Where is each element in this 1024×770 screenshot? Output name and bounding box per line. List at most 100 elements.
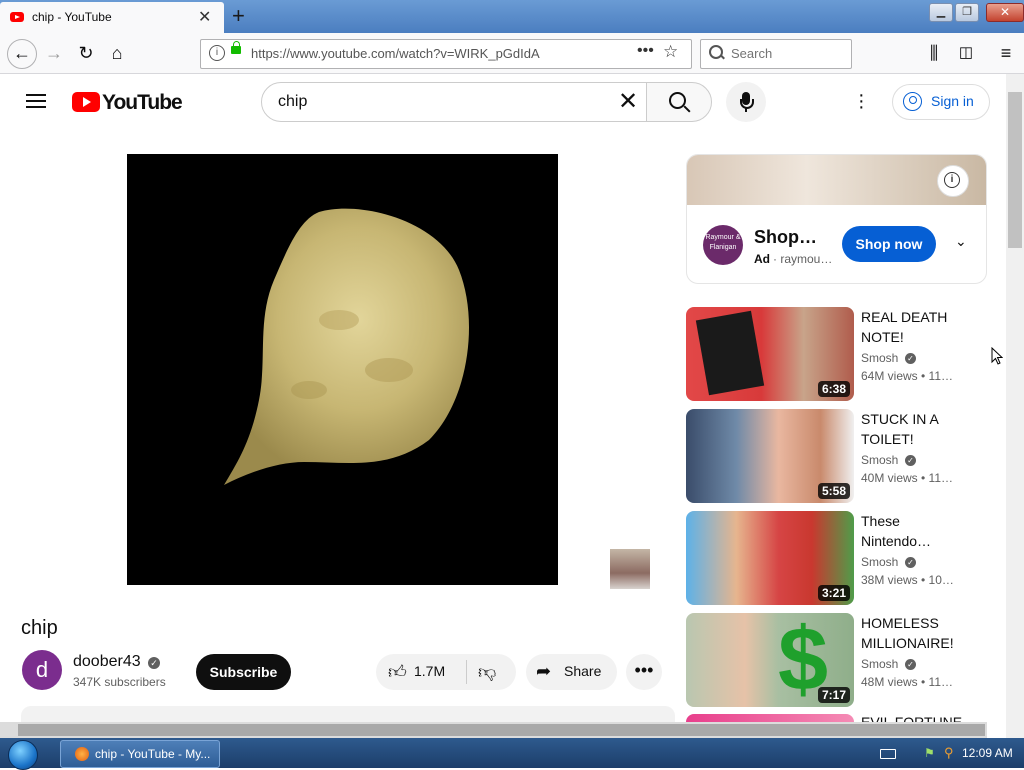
system-clock[interactable]: 12:09 AM [962, 746, 1013, 760]
browser-tab[interactable]: chip - YouTube ✕ [0, 2, 224, 33]
potato-chip-image [224, 208, 469, 485]
video-title[interactable]: These Nintendo… [861, 511, 971, 551]
url-text: https://www.youtube.com/watch?v=WIRK_pGd… [251, 46, 540, 61]
microphone-base [745, 108, 747, 112]
sign-in-label: Sign in [931, 93, 974, 109]
like-dislike-bar: 👍︎ 1.7M 👎︎ [376, 654, 516, 690]
hamburger-menu-icon[interactable] [26, 94, 46, 108]
video-title[interactable]: REAL DEATH NOTE! [861, 307, 971, 347]
voice-search-button[interactable] [726, 82, 766, 122]
video-title[interactable]: STUCK IN A TOILET! [861, 409, 971, 449]
channel-name[interactable]: Smosh [861, 657, 898, 671]
video-duration: 6:38 [817, 381, 850, 397]
page-info-icon[interactable]: i [209, 45, 225, 61]
search-icon [669, 92, 686, 109]
clear-search-icon[interactable]: ✕ [618, 87, 638, 116]
recommended-video[interactable]: $ 7:17 HOMELESS MILLIONAIRE! Smosh ✓ 48M… [686, 613, 985, 707]
lock-icon [231, 41, 241, 54]
ad-card[interactable]: i Raymour & Flanigan Shop… Ad · raymou… … [686, 154, 987, 284]
search-tray-icon[interactable]: ⚲ [944, 745, 954, 761]
video-thumbnail[interactable]: 3:21 [686, 511, 854, 605]
verified-check-icon: ✓ [905, 455, 916, 466]
action-center-flag-icon[interactable]: ⚑ [924, 746, 935, 760]
video-title: chip [21, 617, 58, 639]
windows-taskbar: chip - YouTube - My... ⚑ ⚲ 12:09 AM [0, 738, 1024, 770]
channel-name[interactable]: Smosh [861, 453, 898, 467]
window-close-button[interactable]: ✕ [986, 3, 1024, 22]
shop-now-button[interactable]: Shop now [842, 226, 936, 262]
keyboard-icon[interactable] [880, 749, 896, 759]
youtube-favicon-icon [10, 12, 24, 22]
verified-check-icon: ✓ [905, 659, 916, 670]
share-label: Share [564, 663, 602, 679]
video-meta: 38M views • 10… [861, 573, 954, 587]
floating-thumbnail[interactable] [610, 549, 650, 589]
settings-kebab-icon[interactable]: · · · [858, 85, 868, 117]
channel-name[interactable]: Smosh [861, 555, 898, 569]
sidebar-icon[interactable]: ◫ [954, 41, 978, 65]
thumbs-up-icon[interactable]: 👍︎ [388, 661, 407, 683]
youtube-header: YouTube chip ✕ · · · Sign in [0, 74, 1006, 130]
video-duration: 7:17 [817, 687, 850, 703]
video-thumbnail[interactable]: 6:38 [686, 307, 854, 401]
search-placeholder: Search [731, 46, 773, 61]
recommended-video[interactable]: 5:58 STUCK IN A TOILET! Smosh ✓ 40M view… [686, 409, 985, 503]
search-input[interactable]: chip ✕ [261, 82, 647, 122]
channel-avatar[interactable]: d [22, 650, 62, 690]
minimize-button[interactable]: ▁ [929, 3, 953, 22]
firefox-icon [75, 747, 89, 761]
microphone-stand [740, 99, 754, 109]
browser-search-input[interactable]: Search [700, 39, 852, 69]
video-thumbnail[interactable]: 5:58 [686, 409, 854, 503]
tab-close-icon[interactable]: ✕ [198, 7, 211, 27]
address-bar[interactable]: i https://www.youtube.com/watch?v=WIRK_p… [200, 39, 692, 69]
like-divider [466, 660, 467, 684]
ad-badge: Ad [754, 252, 770, 266]
library-icon[interactable]: ⫼ [922, 41, 946, 65]
share-arrow-icon: ➦ [536, 661, 552, 681]
share-button[interactable]: ➦ Share [526, 654, 617, 690]
video-title[interactable]: HOMELESS MILLIONAIRE! [861, 613, 971, 653]
video-meta: 48M views • 11… [861, 675, 954, 689]
start-button[interactable] [8, 740, 38, 770]
video-player[interactable] [127, 154, 558, 585]
ad-title[interactable]: Shop… [754, 227, 817, 248]
channel-name[interactable]: Smosh [861, 351, 898, 365]
home-icon[interactable]: ⌂ [105, 41, 129, 65]
vertical-scrollbar-thumb[interactable] [1008, 92, 1022, 248]
new-tab-icon[interactable]: + [232, 3, 245, 29]
search-query: chip [278, 93, 308, 110]
thumbs-down-icon[interactable]: 👎︎ [478, 661, 496, 683]
youtube-wordmark: YouTube [102, 91, 183, 114]
advertiser-logo[interactable]: Raymour & Flanigan [703, 225, 743, 265]
forward-arrow-icon[interactable]: → [42, 41, 66, 65]
verified-check-icon: ✓ [148, 657, 160, 669]
recommended-video[interactable]: 3:21 These Nintendo… Smosh ✓ 38M views •… [686, 511, 985, 605]
video-thumbnail[interactable]: $ 7:17 [686, 613, 854, 707]
restore-button[interactable]: ❐ [955, 3, 979, 22]
like-count[interactable]: 1.7M [414, 663, 445, 679]
info-icon: i [944, 172, 960, 188]
search-button[interactable] [646, 82, 712, 122]
back-arrow-icon[interactable]: ← [7, 39, 37, 69]
more-actions-button[interactable]: ••• [626, 654, 662, 690]
video-duration: 3:21 [817, 585, 850, 601]
tab-title: chip - YouTube [32, 10, 112, 24]
chevron-down-icon[interactable]: ⌄ [955, 233, 967, 250]
browser-menu-icon[interactable]: ≡ [994, 41, 1018, 65]
page-actions-icon[interactable]: ••• [637, 42, 654, 60]
bookmark-star-icon[interactable]: ☆ [663, 42, 678, 62]
verified-check-icon: ✓ [905, 353, 916, 364]
sign-in-button[interactable]: Sign in [892, 84, 990, 120]
ad-info-button[interactable]: i [937, 165, 969, 197]
channel-name[interactable]: doober43 [73, 653, 141, 671]
reload-icon[interactable]: ↻ [74, 41, 98, 65]
subscribe-button[interactable]: Subscribe [196, 654, 291, 690]
horizontal-scrollbar-thumb[interactable] [18, 724, 985, 736]
mouse-cursor-icon [991, 347, 1003, 365]
subscriber-count: 347K subscribers [73, 675, 166, 689]
recommended-video[interactable]: 6:38 REAL DEATH NOTE! Smosh ✓ 64M views … [686, 307, 985, 401]
browser-toolbar: ← → ↻ ⌂ i https://www.youtube.com/watch?… [0, 33, 1024, 74]
verified-check-icon: ✓ [905, 557, 916, 568]
taskbar-item-firefox[interactable]: chip - YouTube - My... [60, 740, 220, 768]
